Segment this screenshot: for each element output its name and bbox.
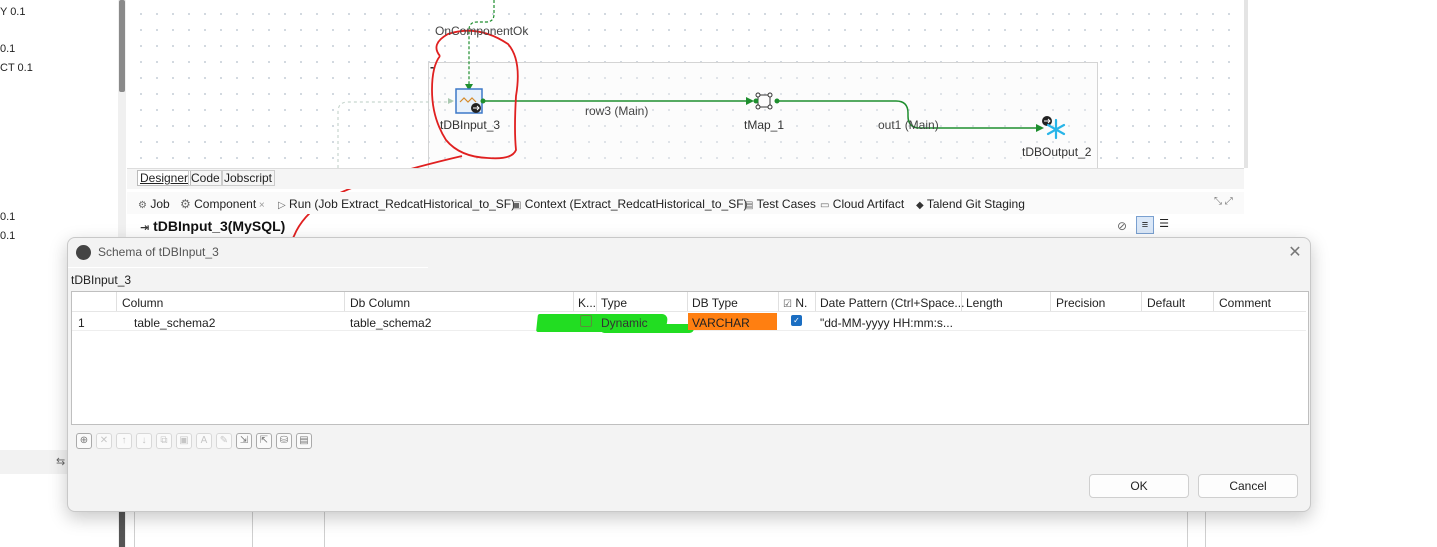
git-staging-icon: ◆: [916, 200, 924, 211]
schema-component-name: tDBInput_3: [71, 273, 132, 287]
editor-tab-bar: [127, 168, 1244, 189]
on-component-ok-link-line: [468, 0, 495, 86]
text-format-icon[interactable]: A: [196, 433, 212, 449]
checkbox-icon: ☑: [783, 299, 792, 310]
link-label[interactable]: row3 (Main): [585, 104, 648, 118]
component-icon: ⚙: [180, 197, 191, 211]
snowflake-icon: [1042, 116, 1066, 140]
row3-arrowhead: [746, 97, 754, 105]
component-label[interactable]: tMap_1: [744, 118, 784, 132]
tab-cloud-artifact[interactable]: ▭ Cloud Artifact: [820, 197, 904, 211]
tab-component[interactable]: ⚙ Component ×: [180, 197, 265, 211]
export-icon[interactable]: ⇱: [256, 433, 272, 449]
tab-jobscript[interactable]: Jobscript: [221, 170, 276, 186]
cell-db-type[interactable]: VARCHAR: [692, 316, 750, 330]
add-row-icon[interactable]: ⊕: [76, 433, 92, 449]
out1-arrowhead: [1036, 124, 1044, 132]
column-header[interactable]: DB Type: [692, 296, 738, 310]
tab-test-cases[interactable]: ▤ Test Cases: [744, 197, 816, 211]
edit-icon[interactable]: ✎: [216, 433, 232, 449]
column-separator: [1141, 292, 1142, 311]
delete-row-icon[interactable]: ✕: [96, 433, 112, 449]
dialog-title: Schema of tDBInput_3: [98, 245, 219, 259]
tab-job[interactable]: ⚙ Job: [138, 197, 170, 211]
header-divider: [72, 311, 1306, 312]
talend-app-icon: [76, 245, 91, 260]
divider: [1187, 510, 1188, 547]
divider: [1205, 510, 1206, 547]
context-icon: ▣: [512, 200, 522, 211]
import-icon[interactable]: ⇲: [236, 433, 252, 449]
link-label[interactable]: out1 (Main): [878, 118, 939, 132]
column-separator: [596, 292, 597, 311]
component-title: ⇥ tDBInput_3(MySQL): [140, 218, 286, 234]
cell-column[interactable]: table_schema2: [134, 316, 215, 330]
divider: [324, 510, 325, 547]
view-advanced-icon[interactable]: ☰: [1156, 216, 1172, 232]
cloud-artifact-icon: ▭: [820, 200, 830, 211]
column-header[interactable]: Db Column: [350, 296, 410, 310]
view-basic-icon[interactable]: ≡: [1136, 216, 1154, 234]
component-label[interactable]: tDBOutput_2: [1022, 145, 1091, 159]
column-separator: [116, 292, 117, 311]
maximize-icon[interactable]: ⤡ ⤢: [1214, 196, 1233, 207]
cell-date-pattern[interactable]: "dd-MM-yyyy HH:mm:s...: [820, 316, 953, 330]
tab-code[interactable]: Code: [188, 170, 223, 186]
cancel-button[interactable]: Cancel: [1198, 474, 1298, 498]
column-header[interactable]: ☑ N.: [783, 296, 807, 310]
close-icon[interactable]: ✕: [1286, 242, 1304, 262]
column-header[interactable]: Default: [1147, 296, 1185, 310]
close-icon[interactable]: ×: [256, 200, 265, 211]
column-separator: [778, 292, 779, 311]
column-header[interactable]: Precision: [1056, 296, 1105, 310]
key-checkbox[interactable]: [580, 315, 592, 327]
column-header[interactable]: K...: [578, 296, 596, 310]
help-icon[interactable]: ⊘: [1117, 219, 1127, 233]
ok-button[interactable]: OK: [1089, 474, 1189, 498]
copy-icon[interactable]: ⧉: [156, 433, 172, 449]
move-up-icon[interactable]: ↑: [116, 433, 132, 449]
tab-context[interactable]: ▣ Context (Extract_RedcatHistorical_to_S…: [512, 197, 748, 211]
save-icon[interactable]: ▤: [296, 433, 312, 449]
divider: [68, 267, 428, 268]
column-header[interactable]: Length: [966, 296, 1003, 310]
column-separator: [1213, 292, 1214, 311]
column-separator: [573, 292, 574, 311]
database-icon[interactable]: ⛁: [276, 433, 292, 449]
paste-icon[interactable]: ▣: [176, 433, 192, 449]
on-component-ok-label[interactable]: OnComponentOk: [435, 24, 528, 38]
column-separator: [815, 292, 816, 311]
component-view-area: [127, 510, 1217, 547]
column-header[interactable]: Column: [122, 296, 163, 310]
column-header[interactable]: Type: [601, 296, 627, 310]
divider: [252, 510, 253, 547]
test-cases-icon: ▤: [744, 200, 754, 211]
tab-talend-git-staging[interactable]: ◆ Talend Git Staging: [916, 197, 1025, 211]
tab-run[interactable]: ▷ Run (Job Extract_RedcatHistorical_to_S…: [278, 197, 515, 211]
column-header[interactable]: Comment: [1219, 296, 1271, 310]
component-icon: ⇥: [140, 222, 150, 234]
tmap-icon: [753, 92, 780, 110]
component-label[interactable]: tDBInput_3: [440, 118, 500, 132]
row-index: 1: [78, 316, 85, 330]
cell-type[interactable]: Dynamic: [601, 316, 648, 330]
run-icon: ▷: [278, 200, 286, 211]
column-separator: [687, 292, 688, 311]
job-icon: ⚙: [138, 200, 147, 211]
column-header[interactable]: Date Pattern (Ctrl+Space...: [820, 296, 964, 310]
divider: [134, 510, 135, 547]
tab-designer[interactable]: Designer: [137, 170, 192, 186]
cell-db-column[interactable]: table_schema2: [350, 316, 431, 330]
move-down-icon[interactable]: ↓: [136, 433, 152, 449]
column-separator: [1050, 292, 1051, 311]
column-separator: [344, 292, 345, 311]
tdbinput-icon: [448, 88, 486, 114]
nullable-checkbox[interactable]: ✓: [791, 315, 802, 326]
